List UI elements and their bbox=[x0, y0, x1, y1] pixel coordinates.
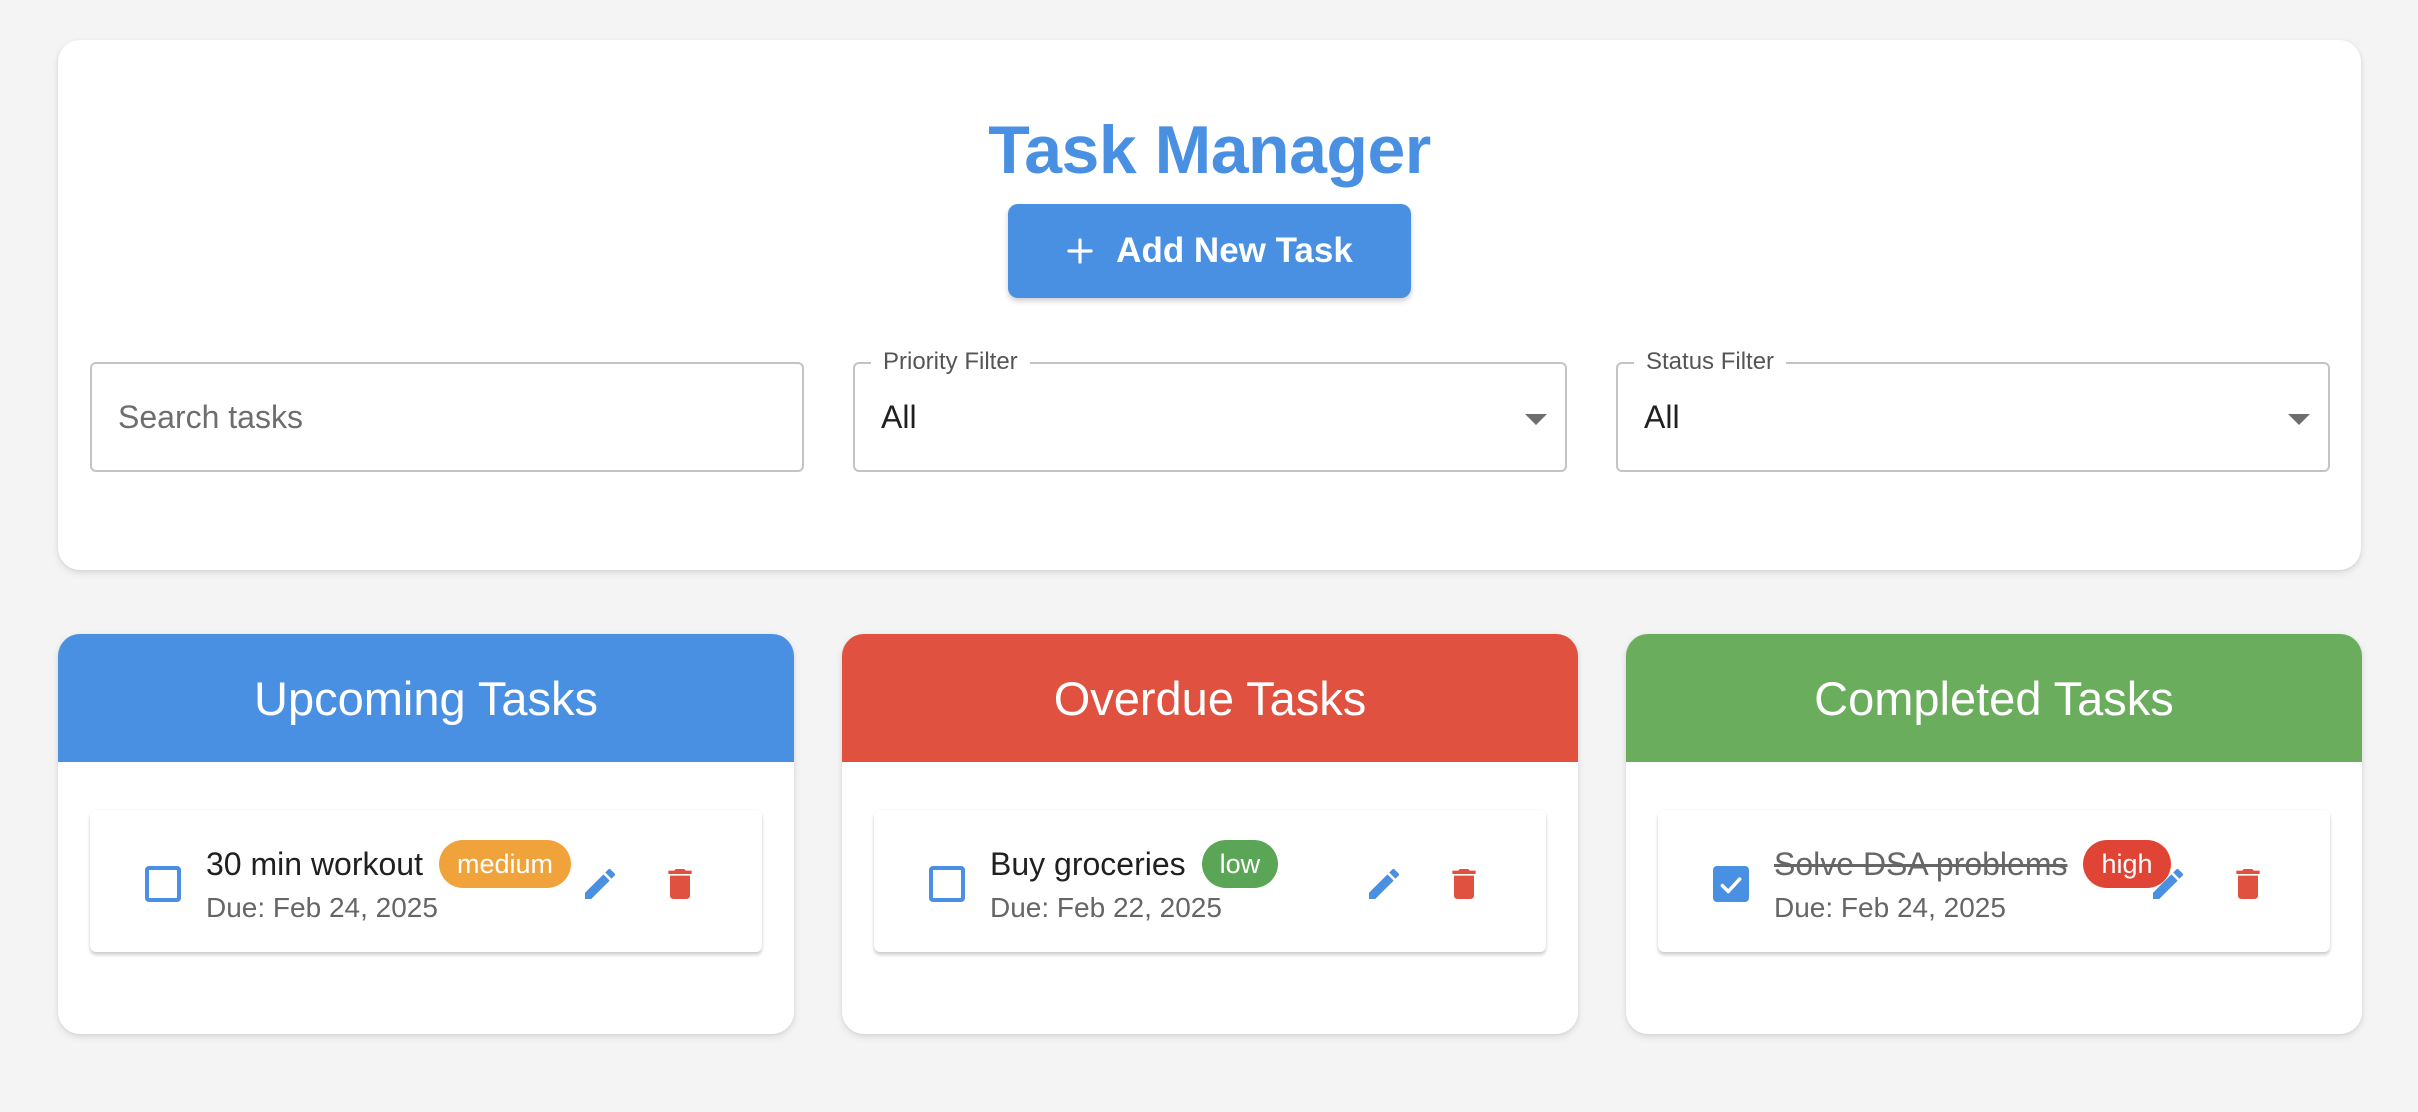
edit-task-button[interactable] bbox=[1360, 860, 1408, 908]
search-input[interactable] bbox=[92, 364, 802, 470]
priority-filter-value: All bbox=[881, 399, 917, 435]
edit-task-button[interactable] bbox=[576, 860, 624, 908]
completed-tasks-column: Completed Tasks Solve DSA problems high … bbox=[1626, 634, 2362, 1034]
trash-icon bbox=[668, 869, 692, 899]
add-new-task-label: Add New Task bbox=[1116, 231, 1353, 270]
plus-icon bbox=[1066, 237, 1094, 265]
column-title: Completed Tasks bbox=[1814, 671, 2174, 725]
trash-icon bbox=[1452, 869, 1476, 899]
column-title: Overdue Tasks bbox=[1053, 671, 1367, 725]
priority-filter-select[interactable]: Priority Filter All bbox=[853, 348, 1567, 472]
pencil-icon bbox=[585, 868, 616, 899]
check-icon bbox=[1720, 877, 1742, 894]
task-title-row: 30 min workout medium bbox=[206, 840, 572, 888]
task-manager-panel: Task Manager Add New Task Priority Filte… bbox=[58, 40, 2361, 570]
task-card: 30 min workout medium Due: Feb 24, 2025 bbox=[90, 810, 762, 952]
pencil-icon bbox=[1369, 868, 1400, 899]
task-title-row: Solve DSA problems high bbox=[1774, 840, 2171, 888]
column-header-completed: Completed Tasks bbox=[1626, 634, 2362, 762]
delete-task-button[interactable] bbox=[2224, 860, 2272, 908]
trash-icon bbox=[2236, 869, 2260, 899]
task-title-row: Buy groceries low bbox=[990, 840, 1279, 888]
status-filter-value: All bbox=[1644, 399, 1680, 435]
upcoming-tasks-column: Upcoming Tasks 30 min workout medium Due… bbox=[58, 634, 794, 1034]
task-card: Solve DSA problems high Due: Feb 24, 202… bbox=[1658, 810, 2330, 952]
delete-task-button[interactable] bbox=[1440, 860, 1488, 908]
task-checkbox[interactable] bbox=[1713, 866, 1749, 902]
column-title: Upcoming Tasks bbox=[254, 671, 598, 725]
column-header-upcoming: Upcoming Tasks bbox=[58, 634, 794, 762]
delete-task-button[interactable] bbox=[656, 860, 704, 908]
task-title: Solve DSA problems bbox=[1774, 846, 2068, 882]
priority-badge: low bbox=[1201, 840, 1279, 888]
task-title: Buy groceries bbox=[990, 846, 1186, 882]
task-checkbox[interactable] bbox=[929, 866, 965, 902]
add-new-task-button[interactable]: Add New Task bbox=[1008, 204, 1411, 298]
page-title: Task Manager bbox=[988, 112, 1431, 188]
task-card: Buy groceries low Due: Feb 22, 2025 bbox=[874, 810, 1546, 952]
search-field bbox=[90, 362, 804, 472]
priority-badge: medium bbox=[438, 840, 572, 888]
status-filter-select[interactable]: Status Filter All bbox=[1616, 348, 2330, 472]
task-due-date: Due: Feb 24, 2025 bbox=[206, 892, 438, 923]
overdue-tasks-column: Overdue Tasks Buy groceries low Due: Feb… bbox=[842, 634, 1578, 1034]
pencil-icon bbox=[2153, 868, 2184, 899]
column-header-overdue: Overdue Tasks bbox=[842, 634, 1578, 762]
task-title: 30 min workout bbox=[206, 846, 423, 882]
caret-down-icon bbox=[1525, 414, 1547, 425]
task-due-date: Due: Feb 22, 2025 bbox=[990, 892, 1222, 923]
task-checkbox[interactable] bbox=[145, 866, 181, 902]
edit-task-button[interactable] bbox=[2144, 860, 2192, 908]
task-due-date: Due: Feb 24, 2025 bbox=[1774, 892, 2006, 923]
caret-down-icon bbox=[2288, 414, 2310, 425]
